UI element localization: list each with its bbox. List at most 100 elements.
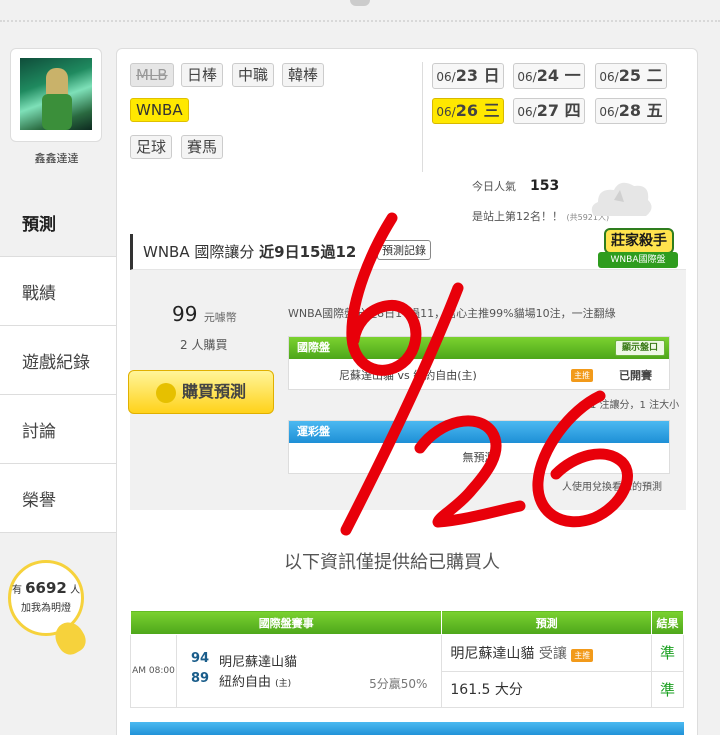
username: 鑫鑫達達: [34, 152, 79, 165]
sport-tag-wnba[interactable]: WNBA: [130, 98, 189, 122]
pick-cell: 明尼蘇達山貓 受讓 主推: [441, 634, 653, 672]
home-team: 明尼蘇達山貓: [218, 655, 297, 670]
home-score: 94: [190, 651, 210, 666]
top-decoration: [350, 0, 370, 6]
sport-tag-soccer[interactable]: 足球: [130, 135, 173, 159]
buy-label: 購買預測: [181, 382, 246, 401]
price-value: 99: [172, 302, 198, 326]
avatar[interactable]: [20, 58, 92, 130]
match-teams: 94 明尼蘇達山貓 89 紐約自由 (主) 5分贏50%: [177, 635, 441, 707]
sport-tag-npb[interactable]: 日棒: [181, 63, 224, 87]
match-teams-cell: 94 明尼蘇達山貓 89 紐約自由 (主) 5分贏50%: [175, 634, 443, 708]
sport-tag-horse[interactable]: 賽馬: [181, 135, 224, 159]
intl-panel: 國際盤 顯示盤口 尼蘇達山貓 vs 紐約自由(主) 主推 已開賽: [288, 336, 670, 390]
intl-header: 國際盤 顯示盤口: [289, 337, 669, 359]
nav-item-game-log[interactable]: 遊戲紀錄: [0, 326, 116, 395]
intl-status: 已開賽: [619, 369, 652, 382]
nav-label: 榮譽: [22, 490, 56, 511]
main-pick-tag: 主推: [571, 369, 593, 382]
date-0625[interactable]: 06/25 二: [595, 63, 667, 89]
popularity-label: 今日人氣: [472, 180, 516, 193]
date-day: 26: [455, 101, 478, 120]
show-odds-button[interactable]: 顯示盤口: [614, 340, 665, 356]
header-result: 結果: [651, 610, 684, 635]
title-record: 近9日15過12: [259, 243, 357, 261]
date-weekday: 日: [483, 66, 500, 85]
date-prefix: 06/: [599, 105, 619, 119]
nav-label: 討論: [22, 421, 56, 442]
date-0627[interactable]: 06/27 四: [513, 98, 585, 124]
date-0626[interactable]: 06/26 三: [432, 98, 504, 124]
coin-icon: [155, 382, 176, 403]
lottery-empty: 無預測: [462, 451, 496, 464]
away-team-name: 紐約自由: [218, 675, 271, 690]
prediction-description: WNBA國際盤分近8日14過11，信心主推99%貓場10注，一注翻綠: [288, 307, 616, 320]
nav-item-record[interactable]: 戰績: [0, 257, 116, 326]
fans-count-line: 有 6692 人: [11, 579, 81, 597]
nav-label: 遊戲紀錄: [22, 352, 90, 373]
price: 99 元噱幣: [172, 302, 237, 326]
intl-row: 尼蘇達山貓 vs 紐約自由(主) 主推 已開賽: [289, 359, 669, 389]
lottery-note: 人使用兌換看您的預測: [562, 482, 662, 493]
rank-label: 是站上第12名！！: [472, 210, 563, 223]
record-button[interactable]: 預測記錄: [377, 240, 431, 260]
top-strip: [0, 0, 720, 22]
date-weekday: 二: [646, 66, 663, 85]
buy-prediction-button[interactable]: 購買預測: [128, 370, 274, 414]
date-prefix: 06/: [436, 105, 456, 119]
date-prefix: 06/: [517, 105, 537, 119]
date-prefix: 06/: [436, 70, 456, 84]
result-mark: 準: [651, 634, 684, 672]
badge-sub: WNBA國際盤: [598, 252, 678, 268]
nav-label: 戰績: [22, 283, 56, 304]
date-0624[interactable]: 06/24 一: [513, 63, 585, 89]
home-mark: (主): [275, 679, 292, 689]
fans-caption: 加我為明燈: [21, 603, 71, 614]
main-pick-tag: 主推: [571, 648, 594, 662]
fans-count: 6692: [25, 579, 67, 597]
header-prediction: 預測: [441, 610, 653, 635]
title-prefix: WNBA 國際讓分: [143, 243, 255, 261]
win-percent: 5分贏50%: [369, 677, 428, 691]
away-score: 89: [190, 671, 210, 686]
date-weekday: 四: [564, 101, 581, 120]
buyers-count: 2 人購買: [180, 338, 228, 352]
date-prefix: 06/: [517, 70, 537, 84]
date-day: 25: [618, 66, 641, 85]
sport-tag-mlb[interactable]: MLB: [130, 63, 174, 87]
pick-cell: 161.5 大分: [441, 670, 653, 708]
nav-label: 預測: [22, 214, 56, 235]
away-team: 紐約自由 (主): [219, 671, 291, 690]
date-0628[interactable]: 06/28 五: [595, 98, 667, 124]
header-matches: 國際盤賽事: [129, 610, 443, 635]
date-day: 23: [455, 66, 478, 85]
buyers-only-notice: 以下資訊僅提供給已購買人: [284, 552, 500, 573]
nav-item-honor[interactable]: 榮譽: [0, 464, 116, 533]
intl-header-label: 國際盤: [297, 341, 330, 354]
fans-suffix: 人: [70, 585, 81, 596]
nav-item-predict[interactable]: 預測: [0, 188, 116, 257]
date-weekday: 五: [646, 101, 663, 120]
date-prefix: 06/: [599, 70, 619, 84]
sport-tag-kbo[interactable]: 韓棒: [282, 63, 325, 87]
pick-type: 受讓: [538, 645, 567, 662]
intl-match: 尼蘇達山貓 vs 紐約自由(主): [339, 369, 477, 382]
sport-tag-cpbl[interactable]: 中職: [232, 63, 275, 87]
results-table: 國際盤賽事 預測 結果 AM 08:00 94 明尼蘇達山貓 89 紐約自由 (…: [129, 610, 684, 708]
avatar-frame[interactable]: [10, 48, 102, 142]
mascot-icon: [591, 182, 652, 216]
date-weekday: 一: [564, 66, 581, 85]
nav-item-discussion[interactable]: 討論: [0, 395, 116, 464]
lottery-row: 無預測: [289, 443, 669, 473]
lottery-table-header: [130, 722, 684, 735]
pick-team: 明尼蘇達山貓: [450, 645, 535, 662]
price-unit: 元噱幣: [203, 311, 237, 324]
date-day: 27: [536, 101, 559, 120]
date-weekday: 三: [483, 101, 500, 120]
table-header-row: 國際盤賽事 預測 結果: [129, 610, 684, 635]
side-nav: 預測 戰績 遊戲紀錄 討論 榮譽: [0, 188, 116, 533]
bookie-killer-badge: 莊家殺手 WNBA國際盤: [598, 228, 678, 274]
table-row: AM 08:00 94 明尼蘇達山貓 89 紐約自由 (主) 5分贏50% 明尼…: [130, 634, 684, 708]
date-0623[interactable]: 06/23 日: [432, 63, 504, 89]
intl-note: 1 注讓分，1 注大小: [590, 400, 680, 411]
